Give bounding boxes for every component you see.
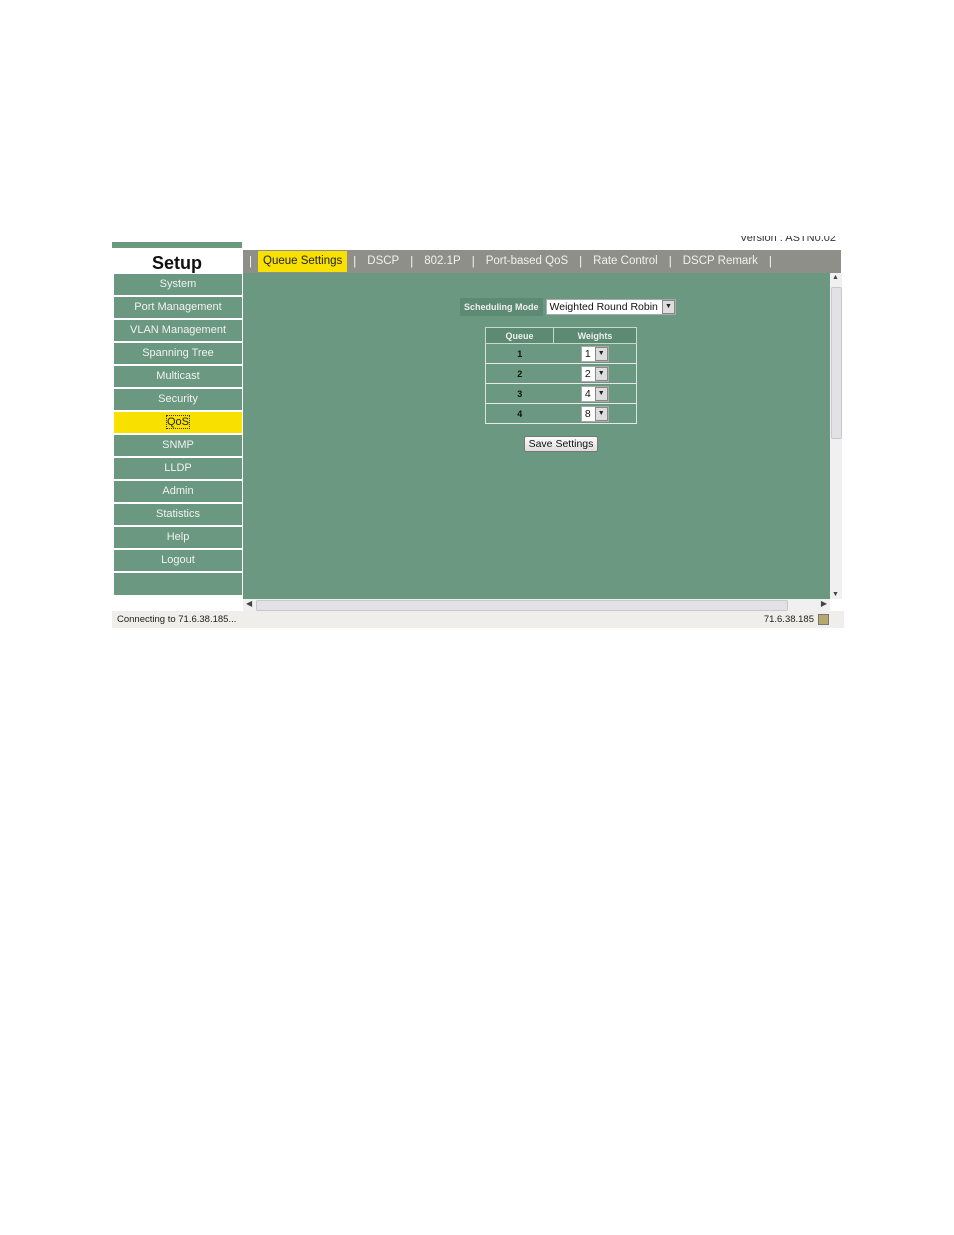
chevron-down-icon[interactable]: ▼ [594,366,608,381]
chevron-down-icon[interactable]: ▼ [661,300,675,314]
sidebar-item-statistics[interactable]: Statistics [114,504,242,525]
sidebar-item-security[interactable]: Security [114,389,242,410]
horizontal-scrollbar[interactable]: ◀ ▶ [243,599,830,611]
sidebar-item-system[interactable]: System [114,274,242,295]
sidebar-item-label: SNMP [162,439,194,451]
status-bar: Connecting to 71.6.38.185... 71.6.38.185 [112,611,844,628]
sidebar-item-snmp[interactable]: SNMP [114,435,242,456]
weight-select[interactable]: 2 ▼ [580,365,609,382]
weight-value: 1 [584,347,591,360]
tab-separator: | [668,255,672,268]
weight-select[interactable]: 4 ▼ [580,385,609,402]
tab-separator: | [410,255,414,268]
weight-cell: 2 ▼ [553,363,637,384]
scroll-up-icon[interactable]: ▲ [832,274,839,281]
table-row: 3 4 ▼ [485,383,637,404]
tab-separator: | [579,255,583,268]
sidebar: System Port Management VLAN Management S… [114,274,242,595]
status-text: Connecting to 71.6.38.185... [117,614,237,625]
tab-separator: | [249,255,252,268]
status-host: 71.6.38.185 [763,614,814,625]
queue-number: 4 [485,403,554,424]
sidebar-item-multicast[interactable]: Multicast [114,366,242,387]
vertical-scrollbar[interactable]: ▲ ▼ [830,273,842,599]
sidebar-item-help[interactable]: Help [114,527,242,548]
tab-dscp-remark[interactable]: DSCP Remark [678,251,763,272]
sidebar-filler [114,573,242,595]
table-row: 2 2 ▼ [485,363,637,384]
sidebar-item-label: Security [158,393,198,405]
sidebar-item-label: QoS [165,415,191,429]
tab-bar: | Queue Settings | DSCP | 802.1P | Port-… [243,250,841,273]
setup-title: Setup [112,250,242,274]
scroll-left-icon[interactable]: ◀ [246,599,252,608]
queue-number: 2 [485,363,554,384]
weight-cell: 4 ▼ [553,383,637,404]
weight-value: 2 [584,367,591,380]
sidebar-top-bar [112,242,242,248]
sidebar-item-logout[interactable]: Logout [114,550,242,571]
lock-icon [818,614,829,625]
vertical-scroll-thumb[interactable] [831,287,842,439]
scroll-down-icon[interactable]: ▼ [832,591,839,598]
tab-port-based-qos[interactable]: Port-based QoS [481,251,573,272]
queue-number: 1 [485,343,554,364]
tab-queue-settings[interactable]: Queue Settings [258,251,348,272]
queue-weights-table: Queue Weights 1 1 ▼ 2 2 ▼ 3 4 ▼ 4 8 ▼ [485,327,637,424]
tab-rate-control[interactable]: Rate Control [588,251,663,272]
sidebar-item-label: System [159,278,197,290]
sidebar-item-port-management[interactable]: Port Management [114,297,242,318]
weight-select[interactable]: 1 ▼ [580,345,609,362]
sidebar-item-label: VLAN Management [130,324,226,336]
sidebar-item-spanning-tree[interactable]: Spanning Tree [114,343,242,364]
tab-separator: | [768,255,772,268]
table-header-row: Queue Weights [485,327,637,344]
tab-separator: | [353,255,357,268]
sidebar-item-label: Logout [161,554,195,566]
weight-value: 8 [584,407,591,420]
queue-number: 3 [485,383,554,404]
column-header-weights: Weights [553,327,637,344]
scroll-right-icon[interactable]: ▶ [821,599,827,608]
weight-select[interactable]: 8 ▼ [580,405,609,422]
chevron-down-icon[interactable]: ▼ [594,346,608,361]
tab-dscp[interactable]: DSCP [362,251,404,272]
table-row: 4 8 ▼ [485,403,637,424]
sidebar-item-lldp[interactable]: LLDP [114,458,242,479]
sidebar-item-label: Spanning Tree [142,347,214,359]
sidebar-item-qos[interactable]: QoS [114,412,242,433]
scheduling-mode-label: Scheduling Mode [460,298,543,316]
table-row: 1 1 ▼ [485,343,637,364]
sidebar-item-admin[interactable]: Admin [114,481,242,502]
save-settings-button[interactable]: Save Settings [524,436,598,452]
sidebar-item-label: Statistics [155,508,200,520]
scheduling-mode-value: Weighted Round Robin [549,301,658,313]
horizontal-scroll-thumb[interactable] [256,600,788,611]
weight-value: 4 [584,387,591,400]
weight-cell: 8 ▼ [553,403,637,424]
sidebar-item-label: Multicast [156,370,200,382]
browser-frame: Version : ASTN0.02 Setup | Queue Setting… [112,236,844,628]
weight-cell: 1 ▼ [553,343,637,364]
scheduling-mode-select[interactable]: Weighted Round Robin ▼ [545,299,676,315]
sidebar-item-label: Port Management [134,301,222,313]
tab-separator: | [471,255,475,268]
column-header-queue: Queue [485,327,554,344]
scheduling-mode-row: Scheduling Mode Weighted Round Robin ▼ [460,298,676,316]
sidebar-item-label: LLDP [164,462,192,474]
chevron-down-icon[interactable]: ▼ [594,406,608,421]
chevron-down-icon[interactable]: ▼ [594,386,608,401]
sidebar-item-vlan-management[interactable]: VLAN Management [114,320,242,341]
sidebar-item-label: Help [166,531,190,543]
sidebar-item-label: Admin [162,485,194,497]
tab-802-1p[interactable]: 802.1P [419,251,465,272]
content-panel: Scheduling Mode Weighted Round Robin ▼ Q… [243,273,830,599]
version-label: Version : ASTN0.02 [740,236,836,244]
